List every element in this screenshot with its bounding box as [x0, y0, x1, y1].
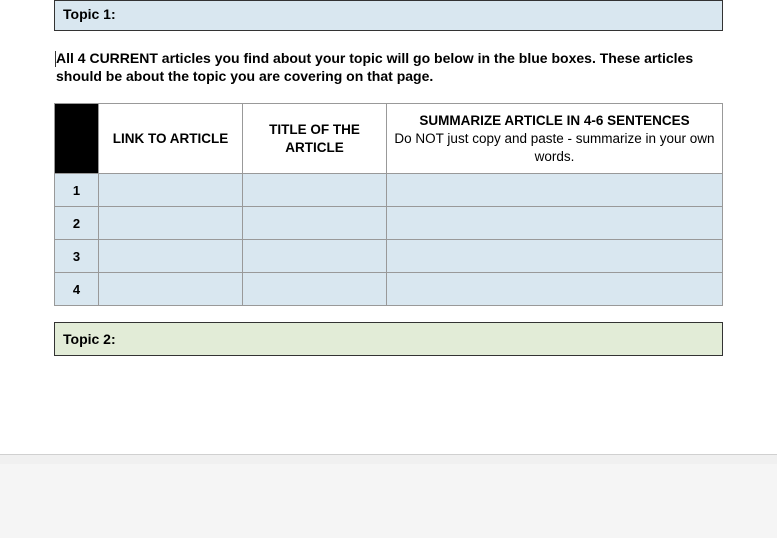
instruction-text: All 4 CURRENT articles you find about yo…	[54, 49, 723, 85]
row-number: 4	[55, 273, 99, 306]
table-row: 4	[55, 273, 723, 306]
document-content: Topic 1: All 4 CURRENT articles you find…	[0, 0, 777, 356]
cell-link[interactable]	[99, 207, 243, 240]
row-number: 3	[55, 240, 99, 273]
cell-link[interactable]	[99, 273, 243, 306]
cell-summary[interactable]	[387, 207, 723, 240]
cell-title[interactable]	[243, 240, 387, 273]
cell-summary[interactable]	[387, 174, 723, 207]
cell-link[interactable]	[99, 174, 243, 207]
table-corner-cell	[55, 104, 99, 174]
instruction-content: All 4 CURRENT articles you find about yo…	[56, 50, 693, 84]
cell-title[interactable]	[243, 174, 387, 207]
topic-2-label: Topic 2:	[63, 331, 116, 347]
cell-summary[interactable]	[387, 273, 723, 306]
cell-link[interactable]	[99, 240, 243, 273]
topic-2-box[interactable]: Topic 2:	[54, 322, 723, 356]
header-summary-sub: Do NOT just copy and paste - summarize i…	[393, 130, 716, 165]
header-summary: SUMMARIZE ARTICLE IN 4-6 SENTENCES Do NO…	[387, 104, 723, 174]
table-header-row: LINK TO ARTICLE TITLE OF THE ARTICLE SUM…	[55, 104, 723, 174]
table-row: 1	[55, 174, 723, 207]
footer-divider	[0, 454, 777, 464]
table-row: 2	[55, 207, 723, 240]
cell-summary[interactable]	[387, 240, 723, 273]
topic-1-box[interactable]: Topic 1:	[54, 0, 723, 31]
topic-1-label: Topic 1:	[63, 6, 116, 22]
header-summary-bold: SUMMARIZE ARTICLE IN 4-6 SENTENCES	[419, 113, 689, 128]
footer-area	[0, 464, 777, 538]
row-number: 1	[55, 174, 99, 207]
row-number: 2	[55, 207, 99, 240]
cell-title[interactable]	[243, 273, 387, 306]
header-link: LINK TO ARTICLE	[99, 104, 243, 174]
cell-title[interactable]	[243, 207, 387, 240]
header-title: TITLE OF THE ARTICLE	[243, 104, 387, 174]
articles-table: LINK TO ARTICLE TITLE OF THE ARTICLE SUM…	[54, 103, 723, 306]
table-row: 3	[55, 240, 723, 273]
